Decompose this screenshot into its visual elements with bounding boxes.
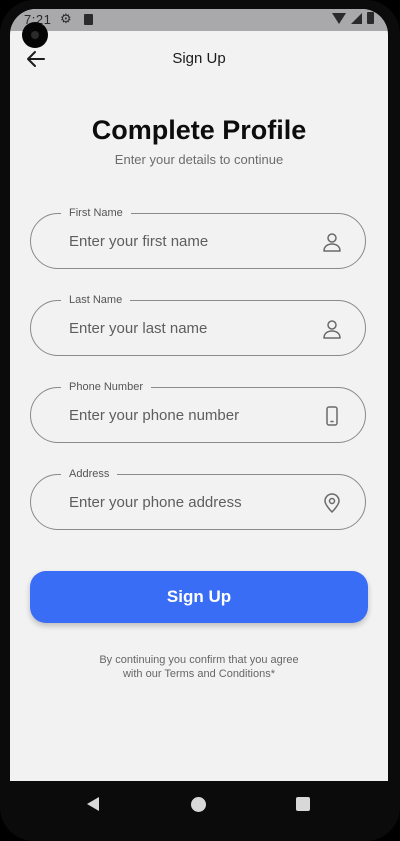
address-label: Address	[61, 467, 118, 481]
terms-line-2[interactable]: with our Terms and Conditions*	[10, 667, 388, 681]
last-name-field: Last Name	[30, 293, 366, 356]
device-frame: 7:21 ⚙ Sign Up Complete Profile Enter yo…	[0, 0, 400, 841]
address-input[interactable]	[69, 487, 309, 517]
sd-card-icon	[84, 14, 93, 25]
last-name-label: Last Name	[61, 293, 131, 307]
system-nav-bar	[0, 781, 400, 841]
location-pin-icon	[324, 493, 340, 513]
terms-text: By continuing you confirm that you agree…	[10, 653, 388, 681]
app-bar: Sign Up	[10, 39, 388, 79]
front-camera	[22, 22, 48, 48]
page-title: Complete Profile	[91, 115, 307, 145]
wifi-icon	[332, 12, 346, 24]
phone-number-input[interactable]	[69, 400, 309, 430]
app-screen: 7:21 ⚙ Sign Up Complete Profile Enter yo…	[10, 9, 388, 781]
last-name-input[interactable]	[69, 313, 309, 343]
status-indicators	[332, 12, 374, 24]
first-name-label: First Name	[61, 206, 131, 220]
phone-number-label: Phone Number	[61, 380, 151, 394]
address-field: Address	[30, 467, 366, 530]
first-name-field: First Name	[30, 206, 366, 269]
signal-icon	[351, 12, 362, 24]
settings-status-icon: ⚙	[60, 11, 72, 26]
nav-recents-icon[interactable]	[296, 797, 310, 811]
app-bar-title: Sign Up	[172, 50, 226, 67]
page-subtitle: Enter your details to continue	[114, 152, 284, 167]
battery-icon	[367, 12, 374, 24]
status-bar: 7:21 ⚙	[10, 9, 388, 31]
first-name-input[interactable]	[69, 226, 309, 256]
nav-home-icon[interactable]	[191, 797, 206, 812]
phone-number-field: Phone Number	[30, 380, 366, 443]
terms-line-1: By continuing you confirm that you agree	[99, 654, 299, 666]
sign-up-button[interactable]: Sign Up	[30, 571, 368, 623]
nav-back-icon[interactable]	[87, 797, 99, 811]
phone-icon	[326, 406, 338, 426]
person-icon	[323, 233, 341, 252]
person-icon	[323, 320, 341, 339]
